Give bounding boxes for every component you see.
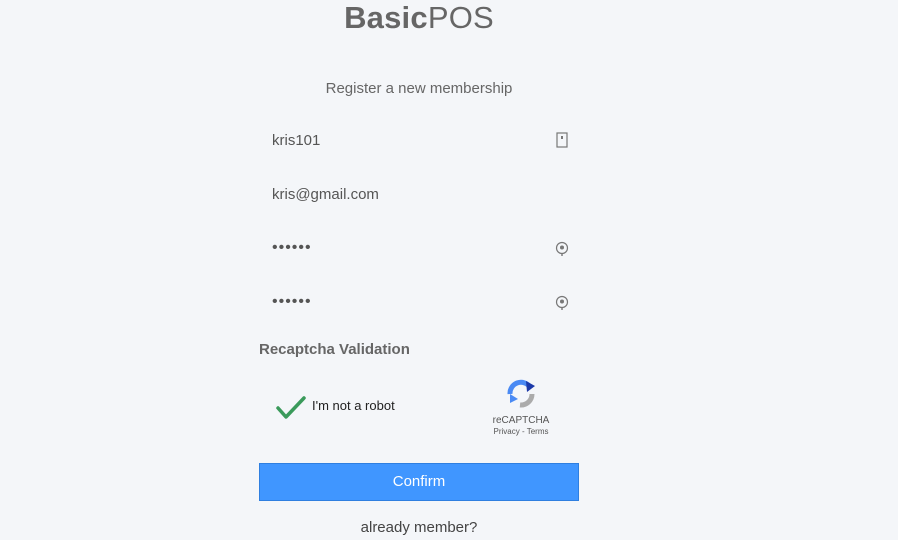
captcha-title: Recaptcha Validation <box>259 341 410 358</box>
password-confirm-input[interactable] <box>259 285 579 319</box>
username-input[interactable] <box>259 123 579 157</box>
id-card-icon <box>554 132 570 148</box>
password-input[interactable] <box>259 231 579 265</box>
logo-bold: Basic <box>344 0 428 35</box>
email-field-wrapper <box>259 177 579 211</box>
checkmark-icon <box>276 396 306 419</box>
lock-icon <box>554 240 570 256</box>
recaptcha-logo: reCAPTCHA Privacy - Terms <box>483 378 559 437</box>
recaptcha-links[interactable]: Privacy - Terms <box>483 427 559 437</box>
password-confirm-field-wrapper <box>259 285 579 319</box>
password-field-wrapper <box>259 231 579 265</box>
lock-icon <box>554 294 570 310</box>
logo-light: POS <box>427 0 494 35</box>
recaptcha-brand: reCAPTCHA <box>492 415 550 426</box>
captcha-checkbox[interactable] <box>274 390 308 424</box>
captcha-label: I'm not a robot <box>312 398 395 413</box>
recaptcha-widget: I'm not a robot reCAPTCHA Privacy - Term… <box>259 370 561 446</box>
confirm-button[interactable]: Confirm <box>259 463 579 501</box>
register-message: Register a new membership <box>325 80 513 97</box>
page-logo: BasicPOS <box>0 0 838 36</box>
username-field-wrapper <box>259 123 579 157</box>
already-member-link[interactable]: already member? <box>259 518 579 538</box>
recaptcha-icon <box>507 379 535 408</box>
email-input[interactable] <box>259 177 579 211</box>
